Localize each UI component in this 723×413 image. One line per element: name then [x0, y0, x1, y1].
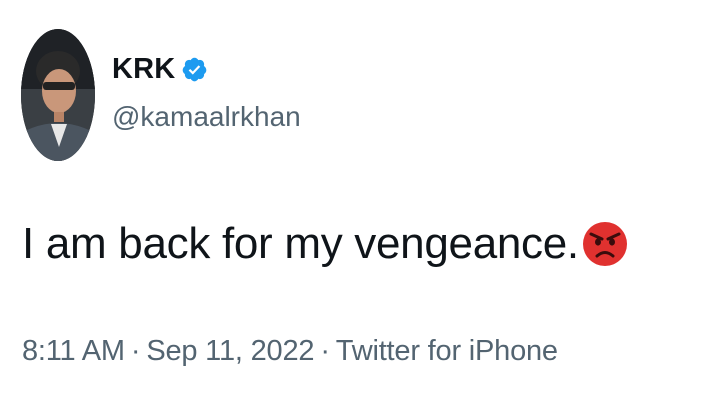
- tweet-card: KRK @kamaalrkhan I am back for my vengea…: [0, 0, 723, 413]
- avatar-image: [21, 29, 95, 161]
- meta-separator: ·: [320, 335, 330, 367]
- display-name[interactable]: KRK: [112, 54, 175, 84]
- tweet-time[interactable]: 8:11 AM: [22, 335, 125, 367]
- tweet-meta: 8:11 AM · Sep 11, 2022 · Twitter for iPhone: [22, 337, 558, 366]
- verified-badge-icon: [181, 56, 208, 83]
- avatar[interactable]: [21, 29, 95, 161]
- display-name-row: KRK: [112, 47, 208, 91]
- user-handle[interactable]: @kamaalrkhan: [112, 103, 301, 131]
- tweet-date[interactable]: Sep 11, 2022: [146, 335, 314, 367]
- tweet-source[interactable]: Twitter for iPhone: [336, 335, 558, 367]
- tweet-text: I am back for my vengeance.: [22, 219, 579, 268]
- tweet-body: I am back for my vengeance.: [22, 204, 629, 284]
- angry-face-emoji-icon: [581, 220, 629, 268]
- meta-separator: ·: [130, 335, 141, 367]
